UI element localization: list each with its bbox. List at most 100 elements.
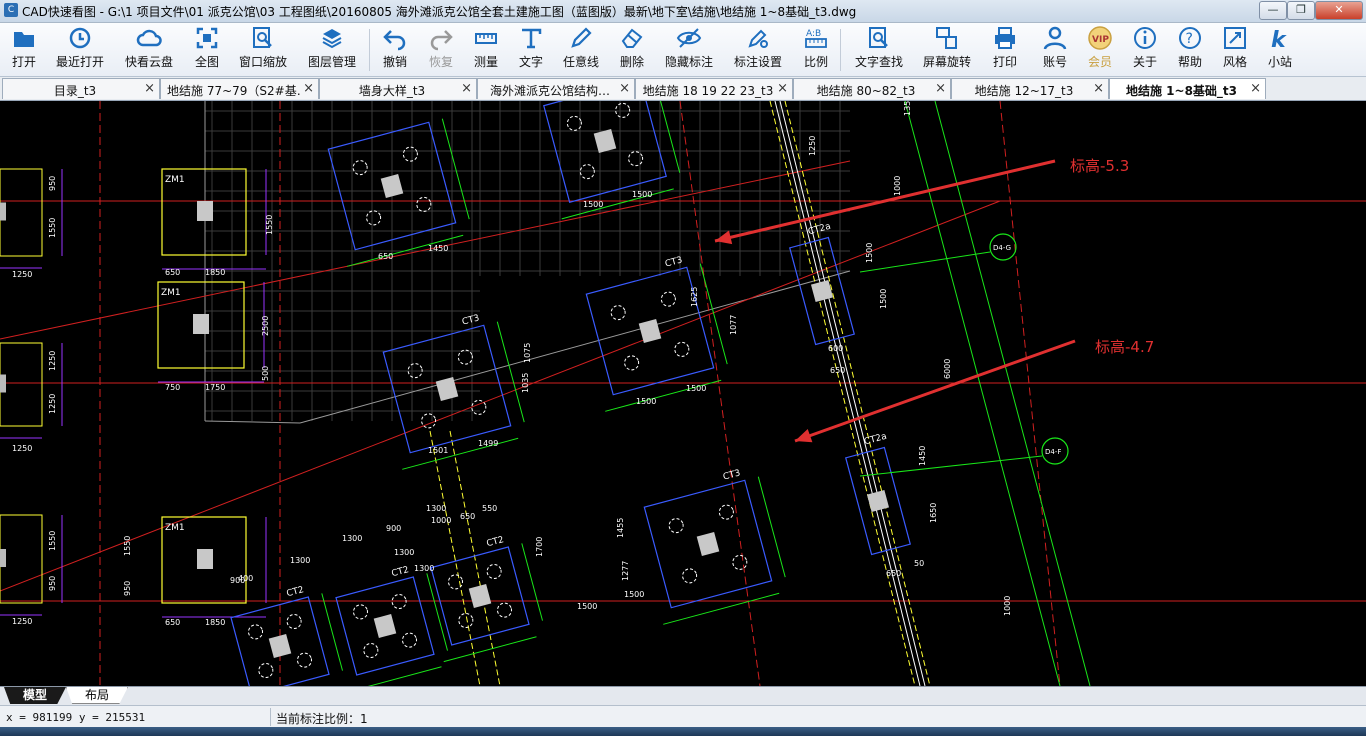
annotation-arrow-head (795, 429, 813, 443)
dimension-line (443, 636, 537, 663)
help-icon: ? (1179, 27, 1201, 49)
dimension-text: 1000 (1003, 596, 1012, 616)
pile-circle (668, 518, 684, 534)
toolbar-ratio-button[interactable]: A:B 比例 (786, 25, 846, 73)
tab-close-icon[interactable]: × (619, 81, 630, 96)
tab-label: 地结施 1~8基础_t3 (1125, 84, 1238, 98)
document-tab[interactable]: 海外滩派克公馆结构… × (477, 78, 635, 99)
pile-cap-label: CT2a (863, 432, 888, 448)
tab-close-icon[interactable]: × (144, 81, 155, 96)
dimension-text: 1500 (624, 590, 644, 599)
dimension-text: 1550 (48, 531, 57, 551)
pile-cap-label: CT3 (722, 468, 742, 482)
dimension-text: 1500 (632, 190, 652, 199)
pile-circle (610, 305, 626, 321)
pile-circle (416, 196, 432, 212)
toolbar-textfind-button[interactable]: 文字查找 (849, 25, 909, 73)
dimension-text: 1277 (621, 561, 630, 581)
pile-circle (421, 413, 437, 429)
maximize-button[interactable]: ❐ (1287, 1, 1315, 20)
tab-close-icon[interactable]: × (1250, 81, 1261, 96)
pile-cap-label: CT2 (391, 565, 411, 579)
pier-block (696, 532, 720, 556)
toolbar-cloud-button[interactable]: 快看云盘 (119, 25, 179, 73)
tab-close-icon[interactable]: × (1093, 81, 1104, 96)
document-tab[interactable]: 地结施 1~8基础_t3 × (1109, 78, 1266, 99)
document-tab[interactable]: 地结施 77~79（S2#基… × (160, 78, 319, 99)
toolbar-recent-button[interactable]: 最近打开 (50, 25, 110, 73)
dimension-text: 1500 (879, 289, 888, 309)
pile-cap-outline (543, 101, 667, 203)
status-divider (270, 708, 271, 726)
toolbar-delete-button[interactable]: 删除 (602, 25, 662, 73)
tab-model[interactable]: 模型 (4, 687, 66, 704)
document-tab[interactable]: 目录_t3 × (2, 78, 160, 99)
document-tab[interactable]: 地结施 80~82_t3 × (793, 78, 951, 99)
tab-close-icon[interactable]: × (461, 81, 472, 96)
document-tab[interactable]: 地结施 18 19 22 23_t3 × (635, 78, 793, 99)
pier-block (197, 549, 213, 569)
pier-block (380, 174, 404, 198)
toolbar-open-button[interactable]: 打开 (0, 25, 54, 73)
pier-block (810, 279, 834, 303)
dimension-text: 1499 (478, 439, 498, 448)
pile-circle (718, 504, 734, 520)
toolbar-rotate-button[interactable]: 屏幕旋转 (917, 25, 977, 73)
dimension-text: 1000 (893, 176, 902, 196)
toolbar-marksettings-button[interactable]: 标注设置 (728, 25, 788, 73)
toolbar-hidemarks-button[interactable]: 隐藏标注 (659, 25, 719, 73)
window-title: CAD快速看图 - G:\1 项目文件\01 派克公馆\03 工程图纸\2016… (22, 5, 857, 19)
grid-bubble-label: D4-G (993, 244, 1011, 252)
tab-label: 目录_t3 (53, 84, 97, 98)
toolbar-layers-button[interactable]: 图层管理 (302, 25, 362, 73)
dimension-text: 950 (48, 576, 57, 591)
dimension-text: 6000 (943, 359, 952, 379)
boundary-line (299, 270, 851, 424)
pile-circle (458, 612, 474, 628)
dimension-text: 1450 (918, 446, 927, 466)
pier-block (0, 202, 6, 221)
close-button[interactable]: ✕ (1315, 1, 1363, 20)
dimension-text: 1550 (123, 536, 132, 556)
layout-tab-bar: 模型 布局 (0, 686, 1366, 705)
dimension-text: 750 (165, 383, 180, 392)
document-tab[interactable]: 墙身大样_t3 × (319, 78, 477, 99)
rotate-screen-icon (936, 27, 957, 49)
toolbar-site-button[interactable]: k 小站 (1250, 25, 1310, 73)
fullscreen-icon (196, 27, 218, 49)
toolbar-windowzoom-button[interactable]: 窗口缩放 (233, 25, 293, 73)
annotation-arrow-head (715, 230, 733, 245)
tab-layout[interactable]: 布局 (66, 687, 128, 704)
wall-line (784, 101, 931, 686)
tab-close-icon[interactable]: × (303, 81, 314, 96)
dimension-text: 1850 (205, 618, 225, 627)
eye-hidden-icon (676, 28, 702, 48)
dimension-text: 650 (378, 252, 393, 261)
grid-axis-line (859, 251, 991, 273)
dimension-text: 1500 (577, 602, 597, 611)
pile-cap-label: CT2 (286, 585, 306, 599)
folder-open-icon (14, 32, 34, 47)
dimension-text: 1500 (636, 397, 656, 406)
elevation-annotation: 标高-4.7 (1095, 338, 1154, 356)
drawing-canvas[interactable]: 950 1550 1250 1250 1250 1250 1550 950 1250 ZM1 ZM1… (0, 101, 1366, 686)
pile-cap: CT2 (430, 535, 543, 663)
pile-circle (363, 642, 379, 658)
document-tab[interactable]: 地结施 12~17_t3 × (951, 78, 1109, 99)
dimension-line (561, 188, 674, 220)
dimension-text: 900 (230, 576, 245, 585)
ruler-icon (475, 33, 497, 44)
minimize-button[interactable]: — (1259, 1, 1287, 20)
toolbar-label: 屏幕旋转 (922, 55, 971, 69)
toolbar-fullview-button[interactable]: 全图 (177, 25, 237, 73)
tab-close-icon[interactable]: × (777, 81, 788, 96)
toolbar-label: 隐藏标注 (664, 55, 713, 69)
pile-circle (615, 102, 631, 118)
undo-icon (383, 30, 406, 51)
cad-drawing[interactable]: 950 1550 1250 1250 1250 1250 1550 950 1250 ZM1 ZM1… (0, 101, 1366, 686)
dimension-text: 1700 (535, 537, 544, 557)
info-icon (1134, 27, 1156, 49)
dimension-text: 650 (165, 268, 180, 277)
tab-close-icon[interactable]: × (935, 81, 946, 96)
pier-block (197, 201, 213, 221)
